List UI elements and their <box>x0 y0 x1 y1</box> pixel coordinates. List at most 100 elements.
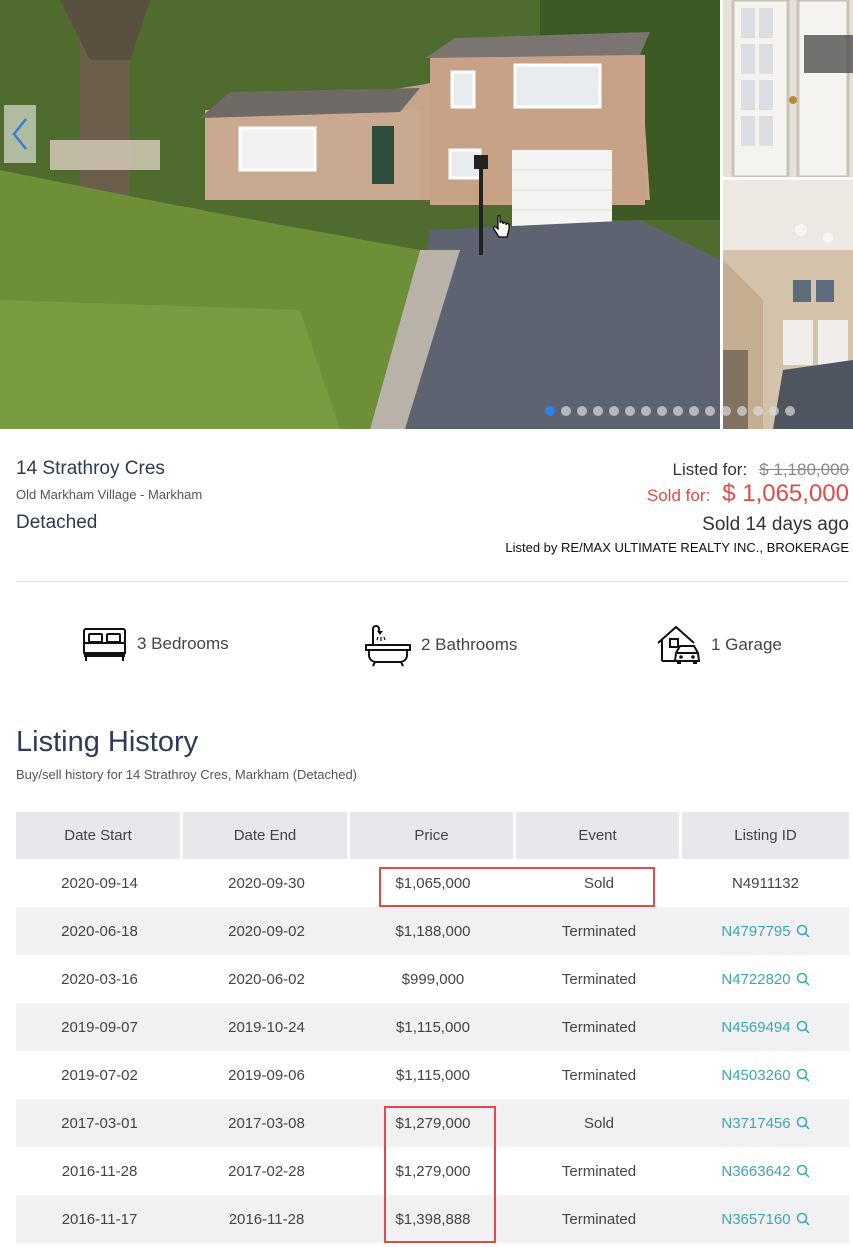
table-row: 2019-07-02 2019-09-06 $1,115,000 Termina… <box>16 1051 849 1099</box>
cell-listing-id: N4503260 <box>682 1051 849 1099</box>
house-photo-illustration <box>0 0 720 429</box>
garage-label: 1 Garage <box>711 635 782 654</box>
cell-date-end: 2020-06-02 <box>228 970 305 988</box>
gallery-dot[interactable] <box>689 406 699 416</box>
gallery-dot[interactable] <box>625 406 635 416</box>
gallery-dot[interactable] <box>737 406 747 416</box>
listing-id-link[interactable]: N3717456 <box>721 1115 810 1132</box>
column-header-price: Price <box>350 812 516 859</box>
feature-bedrooms: 3 Bedrooms <box>82 625 229 663</box>
listing-history-title: Listing History <box>16 726 199 758</box>
price-block: Listed for: $ 1,180,000 Sold for: $ 1,06… <box>505 460 849 555</box>
gallery-dot[interactable] <box>641 406 651 416</box>
gallery-dot[interactable] <box>721 406 731 416</box>
garage-icon <box>657 625 701 664</box>
table-header-row: Date Start Date End Price Event Listing … <box>16 812 849 859</box>
search-icon <box>796 1020 810 1034</box>
cell-event: Terminated <box>516 1195 682 1243</box>
photo-gallery[interactable] <box>0 0 853 429</box>
listing-id-text: N3663642 <box>721 1162 791 1180</box>
cell-price: $1,188,000 <box>350 907 516 955</box>
listing-id-link[interactable]: N4569494 <box>721 1018 810 1036</box>
column-header-date-start: Date Start <box>16 812 183 859</box>
listing-id-text: N4722820 <box>721 970 791 988</box>
cell-price: $1,115,000 <box>396 1066 470 1084</box>
gallery-dot[interactable] <box>673 406 683 416</box>
listing-id-text: N3657160 <box>721 1210 791 1228</box>
cell-date-end: 2019-10-24 <box>183 1003 350 1051</box>
gallery-dot[interactable] <box>705 406 715 416</box>
gallery-dot[interactable] <box>785 406 795 416</box>
search-icon <box>796 1116 810 1130</box>
feature-garage: 1 Garage <box>656 625 782 665</box>
listing-neighbourhood: Old Markham Village - Markham <box>16 487 203 502</box>
chevron-left-icon <box>12 118 27 150</box>
thumbnail-living-room[interactable] <box>723 180 853 429</box>
bathtub-icon <box>365 625 411 667</box>
cell-date-end: 2016-11-28 <box>183 1195 350 1243</box>
gallery-dot[interactable] <box>657 406 667 416</box>
feature-bathrooms: 2 Bathrooms <box>365 623 517 667</box>
listing-id-link[interactable]: N4722820 <box>721 970 810 988</box>
cell-event: Terminated <box>561 970 637 988</box>
gallery-dot[interactable] <box>769 406 779 416</box>
cell-date-end: 2020-09-02 <box>183 907 350 955</box>
listing-id-text: N4569494 <box>721 1018 791 1036</box>
cell-event: Sold <box>516 1099 682 1147</box>
listing-id-link[interactable]: N4797795 <box>721 922 810 940</box>
cell-date-start: 2020-03-16 <box>61 970 138 988</box>
cell-date-start: 2019-07-02 <box>61 1066 138 1084</box>
listing-id-text: N4503260 <box>721 1066 791 1084</box>
annotation-highlight-box <box>384 1106 496 1243</box>
hand-cursor-icon <box>493 215 510 238</box>
cell-event: Terminated <box>561 1066 637 1084</box>
listing-id-link[interactable]: N3657160 <box>721 1210 810 1228</box>
cell-date-start: 2016-11-17 <box>16 1195 183 1243</box>
gallery-dot[interactable] <box>577 406 587 416</box>
cell-listing-id: N4911132 <box>682 859 849 907</box>
table-row: 2020-06-18 2020-09-02 $1,188,000 Termina… <box>16 907 849 955</box>
sold-price: $ 1,065,000 <box>722 480 849 507</box>
listing-address: 14 Strathroy Cres <box>16 458 165 479</box>
cell-date-end: 2017-02-28 <box>228 1162 305 1180</box>
listing-id-text: N4797795 <box>721 922 791 940</box>
gallery-dot[interactable] <box>609 406 619 416</box>
cell-date-start: 2017-03-01 <box>16 1099 183 1147</box>
cell-price: $999,000 <box>401 970 465 988</box>
previous-photo-button[interactable] <box>4 105 36 163</box>
sold-for-label: Sold for: <box>646 486 711 505</box>
listed-price: $ 1,180,000 <box>759 460 849 479</box>
listing-summary: 14 Strathroy Cres Old Markham Village - … <box>16 458 849 582</box>
next-photo-button[interactable] <box>804 35 853 73</box>
cell-date-start: 2020-09-14 <box>61 874 138 892</box>
cell-date-start: 2020-06-18 <box>16 907 183 955</box>
search-icon <box>796 1212 810 1226</box>
sold-ago: Sold 14 days ago <box>702 514 849 535</box>
gallery-dot[interactable] <box>593 406 603 416</box>
cell-listing-id: N4569494 <box>682 1003 849 1051</box>
listing-brokerage: Listed by RE/MAX ULTIMATE REALTY INC., B… <box>505 540 849 555</box>
bed-icon <box>83 628 126 661</box>
listing-id-link[interactable]: N3663642 <box>721 1162 810 1180</box>
column-header-event: Event <box>516 812 682 859</box>
table-row: 2020-03-16 2020-06-02 $999,000 Terminate… <box>16 955 849 1003</box>
thumbnail-interior-door[interactable] <box>723 0 853 177</box>
living-room-illustration <box>723 180 853 429</box>
gallery-dot[interactable] <box>561 406 571 416</box>
cell-price: $1,115,000 <box>350 1003 516 1051</box>
main-photo[interactable] <box>0 0 720 429</box>
gallery-dot[interactable] <box>545 406 555 416</box>
listing-id-link[interactable]: N4503260 <box>721 1066 810 1084</box>
column-header-date-end: Date End <box>183 812 350 859</box>
cell-event: Terminated <box>516 1003 682 1051</box>
gallery-dot[interactable] <box>753 406 763 416</box>
property-type: Detached <box>16 512 98 533</box>
table-row: 2019-09-07 2019-10-24 $1,115,000 Termina… <box>16 1003 849 1051</box>
cell-listing-id: N3717456 <box>682 1099 849 1147</box>
search-icon <box>796 1068 810 1082</box>
column-header-listing-id: Listing ID <box>682 812 849 859</box>
bedrooms-label: 3 Bedrooms <box>137 634 229 653</box>
annotation-highlight-box <box>379 867 655 907</box>
cell-date-start: 2019-09-07 <box>16 1003 183 1051</box>
bathrooms-label: 2 Bathrooms <box>421 635 518 654</box>
